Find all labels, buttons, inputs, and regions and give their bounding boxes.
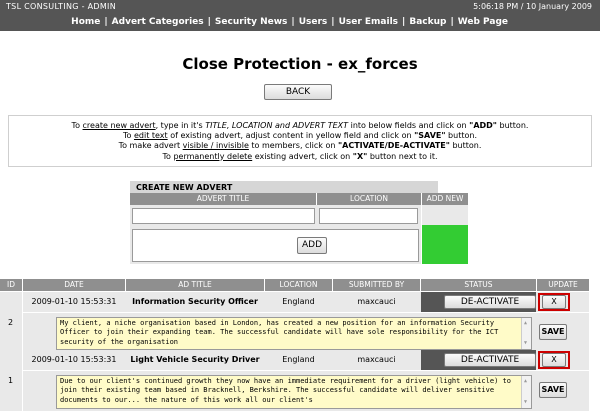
nav-security-news[interactable]: Security News xyxy=(215,17,287,27)
row-location: England xyxy=(282,297,315,306)
nav-advert-categories[interactable]: Advert Categories xyxy=(112,17,204,27)
row-id: 2 xyxy=(8,318,14,327)
th-id: ID xyxy=(0,279,22,291)
instruction-create: To create new advert, type in it's TITLE… xyxy=(71,121,529,130)
nav-user-emails[interactable]: User Emails xyxy=(339,17,398,27)
row-title: Information Security Officer xyxy=(132,297,258,306)
th-date: DATE xyxy=(23,279,125,291)
th-status: STATUS xyxy=(421,279,536,291)
row-submitted-by: maxcauci xyxy=(357,355,396,364)
deactivate-button[interactable]: DE-ACTIVATE xyxy=(444,353,536,367)
page-title: Close Protection - ex_forces xyxy=(182,55,418,73)
row-date: 2009-01-10 15:53:31 xyxy=(31,355,117,364)
nav-backup[interactable]: Backup xyxy=(409,17,446,27)
create-advert-form: CREATE NEW ADVERT ADVERT TITLE LOCATION … xyxy=(130,181,468,266)
advert-text-input[interactable] xyxy=(132,229,419,262)
save-button[interactable]: SAVE xyxy=(539,324,567,340)
th-update: UPDATE xyxy=(537,279,589,291)
advert-title-input[interactable] xyxy=(132,208,315,224)
add-cell xyxy=(422,225,468,264)
brand-title: TSL CONSULTING - ADMIN xyxy=(6,2,117,11)
row-date: 2009-01-10 15:53:31 xyxy=(31,297,117,306)
row-title: Light Vehicle Security Driver xyxy=(130,355,260,364)
th-submitted-by: SUBMITTED BY xyxy=(333,279,420,291)
th-location: LOCATION xyxy=(265,279,332,291)
clock: 5:06:18 PM / 10 January 2009 xyxy=(473,2,592,11)
delete-button[interactable]: X xyxy=(542,353,566,367)
row-id: 1 xyxy=(8,376,14,385)
main-nav: Home | Advert Categories | Security News | Use… xyxy=(71,17,508,27)
instructions-panel: To create new advert, type in it's TITLE… xyxy=(8,115,592,167)
row-location: England xyxy=(282,355,315,364)
advert-text-field[interactable]: Due to our client's continued growth the… xyxy=(56,375,532,409)
nav-users[interactable]: Users xyxy=(299,17,328,27)
delete-button[interactable]: X xyxy=(542,295,566,309)
col-advert-title: ADVERT TITLE xyxy=(130,193,316,205)
add-button[interactable]: ADD xyxy=(297,237,327,254)
nav-web-page[interactable]: Web Page xyxy=(458,17,508,27)
create-advert-link: create new advert xyxy=(82,121,156,130)
add-new-spacer xyxy=(422,205,468,225)
scrollbar[interactable]: ▲ ▼ xyxy=(521,376,531,408)
advert-text-field[interactable]: My client, a niche organisation based in… xyxy=(56,317,532,350)
back-button[interactable]: BACK xyxy=(264,84,332,100)
top-bar: TSL CONSULTING - ADMIN 5:06:18 PM / 10 J… xyxy=(0,0,600,31)
col-add-new: ADD NEW xyxy=(422,193,468,205)
scrollbar[interactable]: ▲ ▼ xyxy=(521,318,531,349)
instruction-visibility: To make advert visible / invisible to me… xyxy=(118,141,482,151)
save-button[interactable]: SAVE xyxy=(539,382,567,398)
location-input[interactable] xyxy=(319,208,418,224)
col-location: LOCATION xyxy=(317,193,421,205)
row-submitted-by: maxcauci xyxy=(357,297,396,306)
instruction-delete: To permanently delete existing advert, c… xyxy=(162,151,438,161)
nav-home[interactable]: Home xyxy=(71,17,100,27)
create-advert-header: CREATE NEW ADVERT xyxy=(130,181,438,193)
th-ad-title: AD TITLE xyxy=(126,279,264,291)
deactivate-button[interactable]: DE-ACTIVATE xyxy=(444,295,536,309)
instruction-edit: To edit text of existing advert, adjust … xyxy=(123,131,477,141)
